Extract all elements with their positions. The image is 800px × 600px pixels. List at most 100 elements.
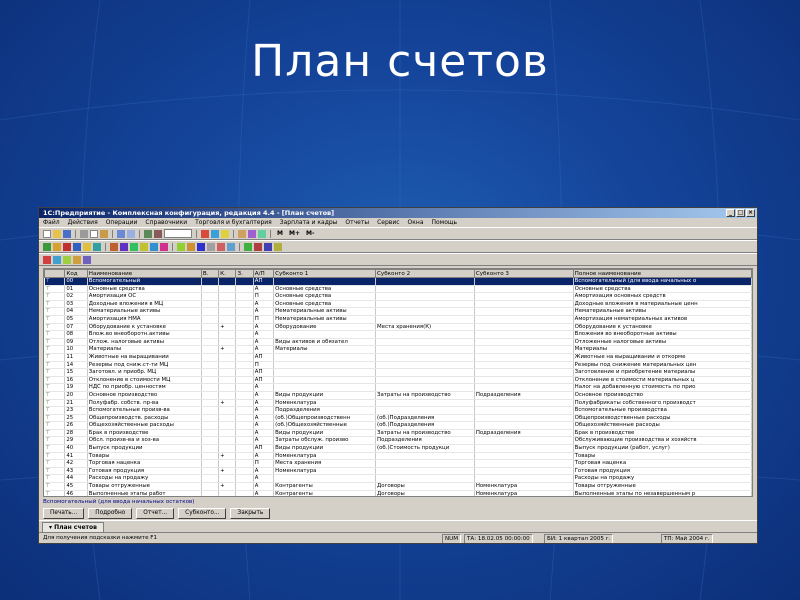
- menu-actions[interactable]: Действия: [68, 218, 98, 227]
- table-row[interactable]: ⊤ 10 Материалы + А Материалы Материалы: [44, 345, 752, 354]
- menu-references[interactable]: Справочники: [145, 218, 187, 227]
- memory-button[interactable]: М: [275, 230, 285, 237]
- table-row[interactable]: ⊤ 11 Животные на выращивании АП Животные на …: [44, 353, 752, 362]
- table-row[interactable]: ⊤ 09 Отлож. налоговые активы А Виды активов …: [44, 338, 752, 347]
- print-button[interactable]: Печать...: [43, 508, 85, 519]
- table-row[interactable]: ⊤ 02 Амортизация ОС П Основные средства Аморт…: [44, 292, 752, 301]
- help-icon[interactable]: [221, 229, 229, 238]
- column-header-code[interactable]: Код: [64, 269, 88, 278]
- table-row[interactable]: ⊤ 28 Брак в производстве А Виды продукции Зат…: [44, 429, 752, 438]
- table-row[interactable]: ⊤ 04 Нематериальные активы А Нематериальные …: [44, 307, 752, 316]
- doc-icon[interactable]: [73, 255, 81, 264]
- save-icon[interactable]: [63, 229, 71, 238]
- menu-help[interactable]: Помощь: [432, 218, 458, 227]
- table-row[interactable]: ⊤ 05 Амортизация НМА П Нематериальные активы…: [44, 315, 752, 324]
- cut-icon[interactable]: [80, 229, 88, 238]
- memory-minus-button[interactable]: М-: [304, 230, 316, 237]
- table-row[interactable]: ⊤ 14 Резервы под сниж.ст-ти МЦ П Резервы под…: [44, 361, 752, 370]
- doc-icon[interactable]: [73, 242, 81, 251]
- doc-icon[interactable]: [244, 242, 252, 251]
- doc-icon[interactable]: [130, 242, 138, 251]
- menu-file[interactable]: Файл: [43, 218, 60, 227]
- report-icon[interactable]: [248, 229, 256, 238]
- table-row[interactable]: ⊤ 29 Обсл. произв-ва и хоз-ва А Затраты обсл…: [44, 436, 752, 446]
- menu-trade[interactable]: Торговля и бухгалтерия: [195, 218, 272, 227]
- doc-icon[interactable]: [63, 255, 71, 264]
- table-row[interactable]: ⊤ 23 Вспомогательные произв-ва А Подразделен…: [44, 406, 752, 415]
- undo-icon[interactable]: [144, 229, 152, 238]
- find-icon[interactable]: [154, 229, 162, 238]
- doc-icon[interactable]: [207, 242, 215, 251]
- column-header-subconto-3[interactable]: Субконто 3: [473, 269, 574, 278]
- calendar-icon[interactable]: [211, 229, 219, 238]
- doc-icon[interactable]: [63, 242, 71, 251]
- table-row[interactable]: ⊤ 40 Выпуск продукции АП Виды продукции (об.)…: [44, 444, 752, 453]
- table-row[interactable]: ⊤ 15 Заготовл. и приобр. МЦ АП Заготовление …: [44, 368, 752, 377]
- table-row[interactable]: ⊤ 19 НДС по приобр. ценностям А Налог на доб…: [44, 383, 752, 392]
- menu-service[interactable]: Сервис: [377, 218, 399, 227]
- doc-icon[interactable]: [110, 242, 118, 251]
- folder-up-icon[interactable]: [43, 242, 51, 251]
- column-header-subconto-2[interactable]: Субконто 2: [375, 269, 475, 278]
- doc-icon[interactable]: [53, 242, 61, 251]
- close-button[interactable]: Закрыть: [230, 508, 271, 519]
- doc-icon[interactable]: [264, 242, 272, 251]
- doc-icon[interactable]: [160, 242, 168, 251]
- copy-icon[interactable]: [90, 229, 98, 238]
- doc-icon[interactable]: [93, 242, 101, 251]
- preview-icon[interactable]: [127, 229, 135, 238]
- doc-icon[interactable]: [120, 242, 128, 251]
- column-header-currency[interactable]: В.: [200, 269, 220, 278]
- table-row[interactable]: ⊤ 41 Товары + А Номенклатура Товары: [44, 452, 752, 461]
- doc-icon[interactable]: [83, 242, 91, 251]
- paste-icon[interactable]: [100, 229, 108, 238]
- doc-icon[interactable]: [140, 242, 148, 251]
- journal-icon[interactable]: [238, 229, 246, 238]
- table-row[interactable]: ⊤ 16 Отклонение в стоимости МЦ АП Отклонение…: [44, 376, 752, 385]
- column-header-quantity[interactable]: К.: [218, 269, 237, 278]
- table-row[interactable]: ⊤ 01 Основные средства А Основные средства Ос…: [44, 285, 752, 294]
- column-header-name[interactable]: Наименование: [86, 269, 202, 278]
- close-icon[interactable]: ×: [746, 209, 755, 217]
- doc-icon[interactable]: [217, 242, 225, 251]
- menu-operations[interactable]: Операции: [106, 218, 138, 227]
- column-header-offbalance[interactable]: З.: [235, 269, 254, 278]
- doc-icon[interactable]: [150, 242, 158, 251]
- new-document-icon[interactable]: [43, 229, 51, 238]
- table-row[interactable]: ⊤ 07 Оборудование к установке + А Оборудовани…: [44, 323, 752, 332]
- doc-icon[interactable]: [197, 242, 205, 251]
- details-button[interactable]: Подробно: [88, 508, 133, 519]
- doc-icon[interactable]: [254, 242, 262, 251]
- table-row[interactable]: ⊤ 00 Вспомогательный АП Вспомогательный (для…: [44, 277, 752, 286]
- menu-reports[interactable]: Отчеты: [345, 218, 369, 227]
- table-row[interactable]: ⊤ 43 Готовая продукция + А Номенклатура Готова…: [44, 467, 752, 476]
- doc-icon[interactable]: [53, 255, 61, 264]
- table-row[interactable]: ⊤ 46 Выполненные этапы работ А Контрагенты До…: [44, 490, 752, 496]
- table-row[interactable]: ⊤ 03 Доходные вложения в МЦ А Основные средс…: [44, 300, 752, 309]
- memory-plus-button[interactable]: М+: [287, 230, 302, 237]
- subconto-button[interactable]: Субконто...: [178, 508, 227, 519]
- doc-icon[interactable]: [43, 255, 51, 264]
- table-row[interactable]: ⊤ 44 Расходы на продажу А Расходы на продажу: [44, 474, 752, 484]
- doc-icon[interactable]: [187, 242, 195, 251]
- table-icon[interactable]: [258, 229, 266, 238]
- column-header-subconto-1[interactable]: Субконто 1: [273, 269, 377, 278]
- menu-windows[interactable]: Окна: [408, 218, 424, 227]
- minimize-icon[interactable]: _: [726, 209, 735, 217]
- table-row[interactable]: ⊤ 25 Общепроизводств. расходы А (об.)Общепро…: [44, 414, 752, 423]
- column-header-ap[interactable]: А/П: [252, 269, 275, 278]
- search-combo[interactable]: [164, 229, 192, 238]
- doc-icon[interactable]: [177, 242, 185, 251]
- menu-payroll[interactable]: Зарплата и кадры: [280, 218, 338, 227]
- column-header-full-name[interactable]: Полное наименование: [572, 269, 752, 278]
- report-button[interactable]: Отчет...: [136, 508, 175, 519]
- maximize-icon[interactable]: □: [736, 209, 745, 217]
- doc-icon[interactable]: [83, 255, 91, 264]
- table-row[interactable]: ⊤ 20 Основное производство А Виды продукции З…: [44, 391, 752, 400]
- table-row[interactable]: ⊤ 42 Торговая наценка П Места хранения Торгов…: [44, 459, 752, 468]
- print-icon[interactable]: [117, 229, 125, 238]
- table-row[interactable]: ⊤ 26 Общехозяйственные расходы А (об.)Общехо…: [44, 421, 752, 430]
- calculator-icon[interactable]: [201, 229, 209, 238]
- doc-icon[interactable]: [274, 242, 282, 251]
- table-row[interactable]: ⊤ 45 Товары отгруженные + А Контрагенты Догово…: [44, 482, 752, 491]
